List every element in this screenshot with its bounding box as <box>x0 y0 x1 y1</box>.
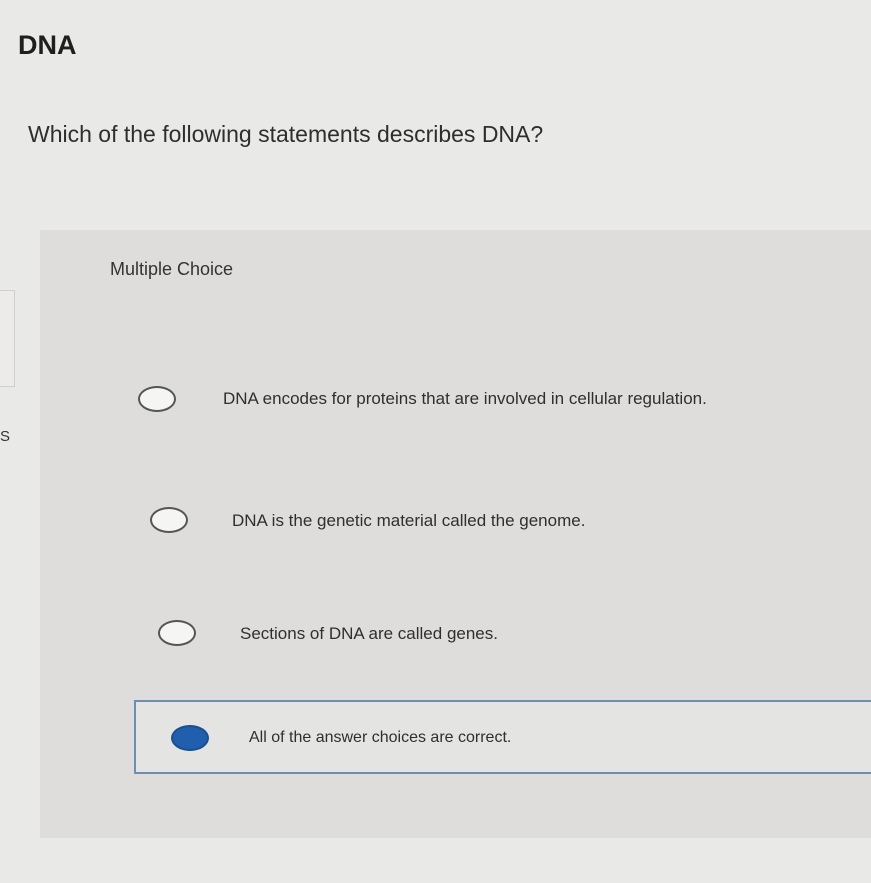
answer-option-label: Sections of DNA are called genes. <box>240 624 498 643</box>
radio-button-selected[interactable] <box>171 725 209 751</box>
answer-option-label: DNA is the genetic material called the g… <box>232 511 586 530</box>
answer-option-label: DNA encodes for proteins that are involv… <box>223 389 707 408</box>
answer-option-4-selected[interactable]: All of the answer choices are correct. <box>134 700 871 774</box>
question-type-label: Multiple Choice <box>110 259 234 279</box>
left-edge-letter: S <box>0 428 11 445</box>
question-text: Which of the following statements descri… <box>28 121 544 147</box>
answer-option-3[interactable]: Sections of DNA are called genes. <box>130 600 871 670</box>
radio-button[interactable] <box>138 386 176 412</box>
radio-button[interactable] <box>150 507 188 533</box>
question-panel: Multiple Choice DNA encodes for proteins… <box>40 230 871 838</box>
answer-option-2[interactable]: DNA is the genetic material called the g… <box>130 487 871 557</box>
answer-option-label: All of the answer choices are correct. <box>249 729 512 746</box>
answer-option-1[interactable]: DNA encodes for proteins that are involv… <box>130 365 871 435</box>
radio-button[interactable] <box>158 620 196 646</box>
page-title: DNA <box>18 30 77 60</box>
left-edge-panel <box>0 290 15 387</box>
